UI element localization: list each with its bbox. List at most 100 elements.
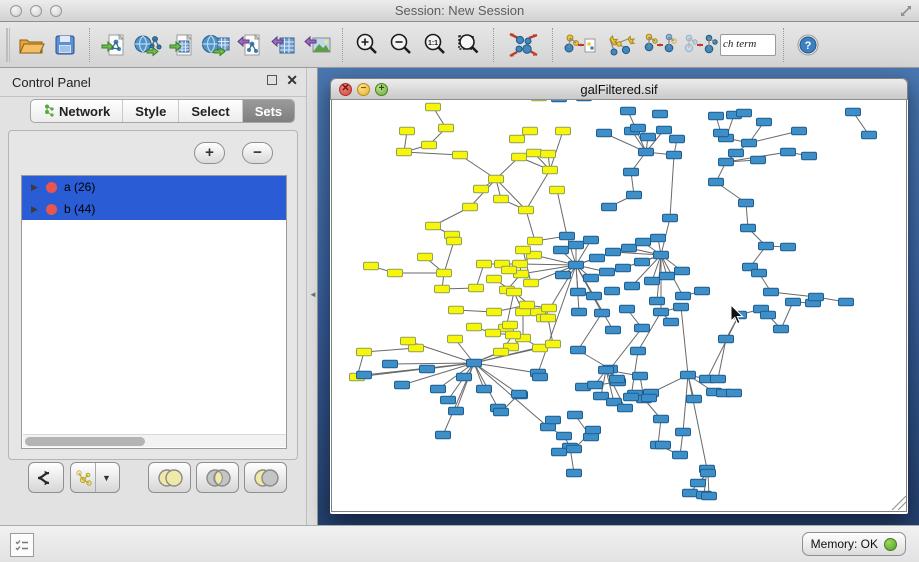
intersect-sets-button[interactable]: [196, 462, 239, 493]
graph-node[interactable]: [435, 285, 450, 293]
graph-node[interactable]: [676, 292, 691, 300]
graph-node[interactable]: [447, 237, 462, 245]
graph-node[interactable]: [641, 133, 656, 141]
graph-node[interactable]: [709, 112, 724, 120]
graph-node[interactable]: [695, 287, 710, 295]
graph-node[interactable]: [546, 416, 561, 424]
resize-grip-icon[interactable]: [892, 496, 906, 510]
graph-node[interactable]: [683, 489, 698, 497]
graph-node[interactable]: [487, 275, 502, 283]
graph-node[interactable]: [636, 238, 651, 246]
graph-node[interactable]: [702, 492, 717, 500]
graph-node[interactable]: [605, 287, 620, 295]
search-input[interactable]: ch term: [720, 34, 776, 56]
sets-list[interactable]: ▶ a (26) ▶ b (44): [21, 175, 287, 449]
graph-node[interactable]: [711, 375, 726, 383]
zoom-out-button[interactable]: [384, 27, 418, 63]
graph-node[interactable]: [627, 191, 642, 199]
graph-node[interactable]: [606, 248, 621, 256]
remove-set-button[interactable]: −: [242, 142, 273, 164]
graph-node[interactable]: [616, 264, 631, 272]
graph-node[interactable]: [420, 365, 435, 373]
graph-node[interactable]: [510, 135, 525, 143]
graph-node[interactable]: [701, 469, 716, 477]
graph-node[interactable]: [467, 359, 482, 367]
graph-node[interactable]: [862, 131, 877, 139]
graph-node[interactable]: [663, 214, 678, 222]
graph-node[interactable]: [624, 393, 639, 401]
graph-node[interactable]: [719, 158, 734, 166]
graph-node[interactable]: [620, 305, 635, 313]
graph-node[interactable]: [741, 224, 756, 232]
graph-node[interactable]: [397, 148, 412, 156]
graph-node[interactable]: [625, 282, 640, 290]
graph-node[interactable]: [577, 100, 592, 101]
graph-node[interactable]: [774, 325, 789, 333]
graph-node[interactable]: [567, 445, 582, 453]
zoom-selected-button[interactable]: [452, 27, 486, 63]
graph-node[interactable]: [494, 195, 509, 203]
create-set-from-network-button[interactable]: ▼: [70, 462, 120, 493]
graph-node[interactable]: [624, 168, 639, 176]
graph-node[interactable]: [507, 288, 522, 296]
graph-node[interactable]: [676, 428, 691, 436]
graph-node[interactable]: [543, 166, 558, 174]
graph-node[interactable]: [441, 396, 456, 404]
graph-node[interactable]: [639, 148, 654, 156]
graph-node[interactable]: [752, 269, 767, 277]
graph-node[interactable]: [673, 451, 688, 459]
graph-node[interactable]: [512, 153, 527, 161]
graph-node[interactable]: [467, 323, 482, 331]
graph-node[interactable]: [759, 242, 774, 250]
graph-node[interactable]: [519, 206, 534, 214]
graph-node[interactable]: [550, 186, 565, 194]
graph-node[interactable]: [714, 129, 729, 137]
graph-node[interactable]: [631, 347, 646, 355]
select-nodes-button[interactable]: [600, 27, 640, 63]
graph-node[interactable]: [533, 373, 548, 381]
graph-node[interactable]: [761, 311, 776, 319]
graph-node[interactable]: [729, 149, 744, 157]
list-item[interactable]: ▶ b (44): [22, 198, 286, 220]
expander-triangle-icon[interactable]: ▶: [31, 204, 41, 215]
graph-node[interactable]: [542, 304, 557, 312]
graph-node[interactable]: [364, 262, 379, 270]
graph-node[interactable]: [546, 340, 561, 348]
tab-network[interactable]: Network: [31, 100, 123, 122]
graph-node[interactable]: [557, 432, 572, 440]
graph-node[interactable]: [657, 126, 672, 134]
graph-node[interactable]: [653, 110, 668, 118]
graph-node[interactable]: [457, 373, 472, 381]
graph-node[interactable]: [400, 127, 415, 135]
apply-layout-button[interactable]: [501, 27, 545, 63]
graph-node[interactable]: [395, 381, 410, 389]
graph-node[interactable]: [656, 441, 671, 449]
graph-node[interactable]: [448, 335, 463, 343]
graph-node[interactable]: [556, 271, 571, 279]
network-canvas[interactable]: [331, 100, 907, 512]
network-window-titlebar[interactable]: ✕ − + galFiltered.sif: [330, 78, 908, 100]
graph-node[interactable]: [524, 279, 539, 287]
graph-node[interactable]: [654, 415, 669, 423]
graph-node[interactable]: [357, 371, 372, 379]
graph-node[interactable]: [751, 156, 766, 164]
graph-node[interactable]: [552, 448, 567, 456]
graph-node[interactable]: [584, 274, 599, 282]
graph-node[interactable]: [357, 348, 372, 356]
graph-node[interactable]: [487, 308, 502, 316]
graph-node[interactable]: [436, 431, 451, 439]
graph-node[interactable]: [584, 236, 599, 244]
graph-node[interactable]: [571, 288, 586, 296]
graph-node[interactable]: [426, 222, 441, 230]
tab-sets[interactable]: Sets: [243, 100, 294, 122]
graph-node[interactable]: [463, 203, 478, 211]
graph-node[interactable]: [802, 152, 817, 160]
graph-node[interactable]: [494, 408, 509, 416]
graph-node[interactable]: [422, 141, 437, 149]
graph-node[interactable]: [388, 269, 403, 277]
collapse-panel-icon[interactable]: ◄: [309, 290, 317, 299]
graph-node[interactable]: [477, 260, 492, 268]
import-table-url-button[interactable]: [199, 27, 233, 63]
graph-node[interactable]: [477, 385, 492, 393]
export-image-button[interactable]: [301, 27, 335, 63]
